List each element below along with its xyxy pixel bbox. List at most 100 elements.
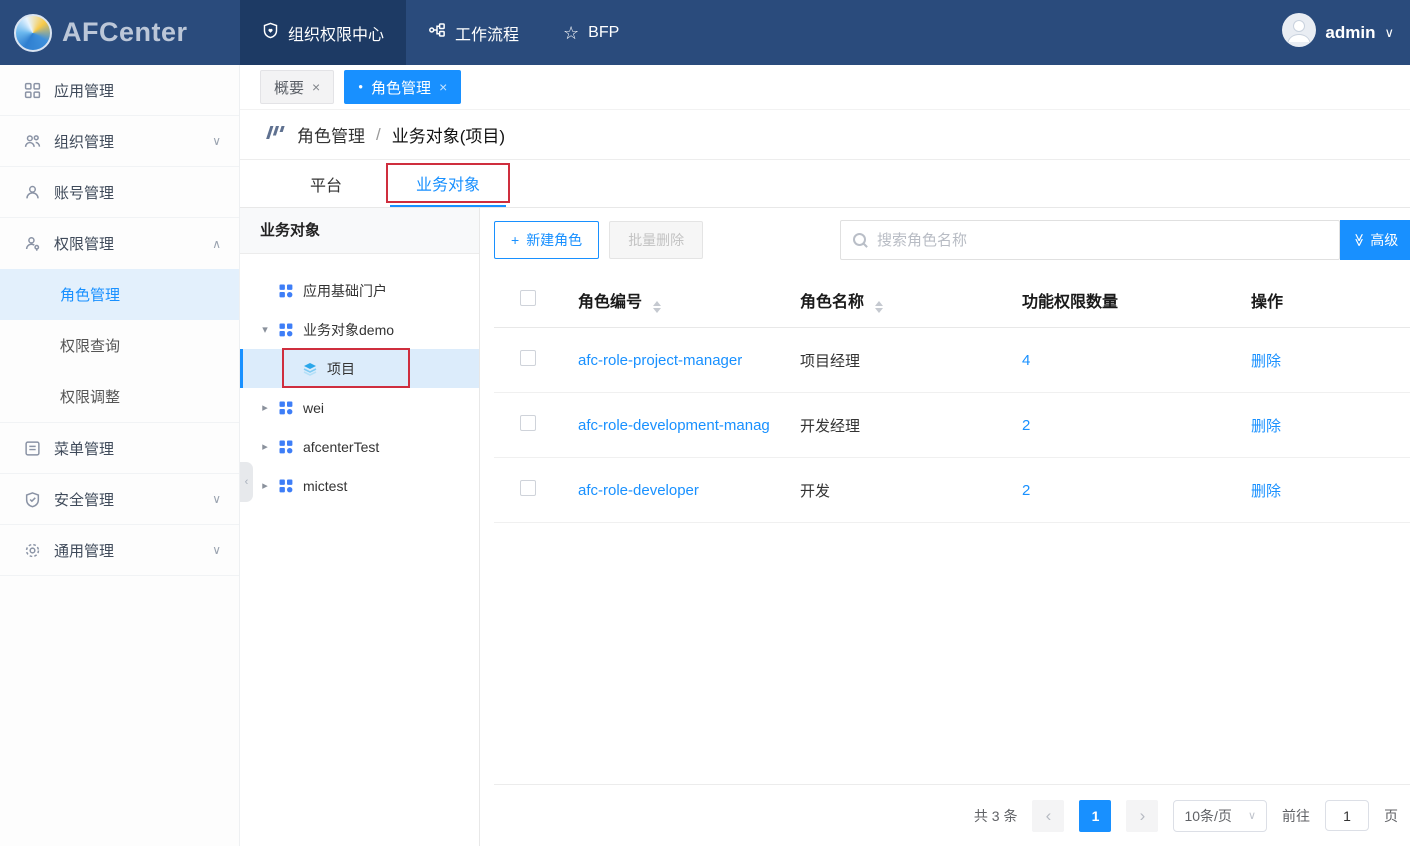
nav-item-org-permission-center[interactable]: 组织权限中心 <box>240 0 406 65</box>
nav-item-bfp[interactable]: ☆ BFP <box>541 0 641 65</box>
sidebar-subitem-label: 权限查询 <box>60 335 120 356</box>
perm-count-link[interactable]: 2 <box>1012 482 1241 499</box>
app-grid-icon <box>278 400 294 416</box>
tree-node-mictest[interactable]: ▸ mictest <box>240 466 479 505</box>
sidebar-item-role-management[interactable]: 角色管理 <box>0 269 239 320</box>
sidebar-item-org-management[interactable]: 组织管理 ∨ <box>0 116 239 167</box>
caret-right-icon[interactable]: ▸ <box>256 401 274 414</box>
person-key-icon <box>24 235 41 252</box>
brand-name: AFCenter <box>62 17 188 48</box>
pagination: 共 3 条 ‹ 1 › 10条/页 ∨ 前往 页 <box>494 784 1410 846</box>
role-search-input[interactable] <box>877 232 1327 249</box>
content-row: 业务对象 应用基础门户 ▾ 业务对象demo <box>240 208 1410 846</box>
next-page-button[interactable]: › <box>1126 800 1158 832</box>
tree-node-label: 业务对象demo <box>303 320 394 340</box>
perm-count-link[interactable]: 2 <box>1012 417 1241 434</box>
top-nav: 组织权限中心 工作流程 ☆ BFP <box>240 0 641 65</box>
caret-right-icon[interactable]: ▸ <box>256 440 274 453</box>
close-icon[interactable]: × <box>439 79 447 95</box>
goto-page-input[interactable] <box>1325 800 1369 831</box>
role-code-link[interactable]: afc-role-developer <box>568 482 790 499</box>
select-all-checkbox[interactable] <box>520 290 536 306</box>
search-icon <box>853 233 868 248</box>
row-checkbox[interactable] <box>520 415 536 431</box>
batch-delete-label: 批量删除 <box>628 230 684 250</box>
breadcrumb-section[interactable]: 角色管理 <box>297 122 365 147</box>
star-icon: ☆ <box>563 24 579 42</box>
prev-page-button[interactable]: ‹ <box>1032 800 1064 832</box>
advanced-search-button[interactable]: ≫ 高级 <box>1340 220 1410 260</box>
perm-count-link[interactable]: 4 <box>1012 352 1241 369</box>
sidebar-item-account-management[interactable]: 账号管理 <box>0 167 239 218</box>
caret-down-icon[interactable]: ▾ <box>256 323 274 336</box>
col-header-role-name[interactable]: 角色名称 <box>790 288 1012 313</box>
nav-label: BFP <box>588 24 619 42</box>
nav-label: 组织权限中心 <box>288 21 384 45</box>
col-header-role-code[interactable]: 角色编号 <box>568 288 790 313</box>
tree-node-app-base-portal[interactable]: 应用基础门户 <box>240 271 479 310</box>
sidebar-item-permission-adjust[interactable]: 权限调整 <box>0 371 239 422</box>
page-tab-label: 概要 <box>274 77 304 98</box>
nav-label: 工作流程 <box>455 21 519 45</box>
tree-node-business-object-demo[interactable]: ▾ 业务对象demo <box>240 310 479 349</box>
sidebar-item-menu-management[interactable]: 菜单管理 <box>0 423 239 474</box>
goto-label: 前往 <box>1282 806 1310 826</box>
user-menu[interactable]: admin ∨ <box>1282 13 1410 52</box>
permission-submenu: 角色管理 权限查询 权限调整 <box>0 269 239 423</box>
tree-node-project[interactable]: 项目 <box>240 349 479 388</box>
sidebar-item-security-management[interactable]: 安全管理 ∨ <box>0 474 239 525</box>
sidebar-item-label: 账号管理 <box>54 182 114 203</box>
nav-item-workflow[interactable]: 工作流程 <box>406 0 541 65</box>
tree-node-afcentertest[interactable]: ▸ afcenterTest <box>240 427 479 466</box>
page-number-button[interactable]: 1 <box>1079 800 1111 832</box>
role-search-box <box>840 220 1340 260</box>
new-role-button[interactable]: + 新建角色 <box>494 221 599 259</box>
row-checkbox[interactable] <box>520 350 536 366</box>
tree-node-wei[interactable]: ▸ wei <box>240 388 479 427</box>
caret-right-icon[interactable]: ▸ <box>256 479 274 492</box>
delete-link[interactable]: 删除 <box>1241 350 1410 371</box>
row-checkbox[interactable] <box>520 480 536 496</box>
person-icon <box>24 184 41 201</box>
sort-icon[interactable] <box>653 301 661 313</box>
close-icon[interactable]: × <box>312 79 320 95</box>
page-tab-overview[interactable]: 概要 × <box>260 70 334 104</box>
tab-business-object[interactable]: 业务对象 <box>390 160 506 207</box>
plus-icon: + <box>511 232 519 248</box>
panel-collapse-handle[interactable]: ‹ <box>240 462 253 502</box>
gear-icon <box>24 542 41 559</box>
page-unit-label: 页 <box>1384 806 1398 826</box>
topbar: AFCenter 组织权限中心 工作流程 ☆ BFP admin ∨ <box>0 0 1410 65</box>
sidebar-subitem-label: 权限调整 <box>60 386 120 407</box>
sidebar-item-label: 组织管理 <box>54 131 114 152</box>
sidebar: 应用管理 组织管理 ∨ 账号管理 权限管理 ∧ 角色管理 权限查询 权限调整 <box>0 65 240 846</box>
sidebar-item-label: 菜单管理 <box>54 438 114 459</box>
afcenter-logo-icon <box>14 14 52 52</box>
delete-link[interactable]: 删除 <box>1241 480 1410 501</box>
role-code-link[interactable]: afc-role-development-manag <box>568 417 790 434</box>
view-tab-label: 业务对象 <box>416 171 480 195</box>
breadcrumb-separator: / <box>376 125 381 145</box>
sort-icon[interactable] <box>875 301 883 313</box>
batch-delete-button[interactable]: 批量删除 <box>609 221 703 259</box>
delete-link[interactable]: 删除 <box>1241 415 1410 436</box>
role-name: 项目经理 <box>790 350 1012 371</box>
sidebar-item-label: 应用管理 <box>54 80 114 101</box>
tab-platform[interactable]: 平台 <box>284 160 368 207</box>
sidebar-item-general-management[interactable]: 通用管理 ∨ <box>0 525 239 576</box>
role-code-link[interactable]: afc-role-project-manager <box>568 352 790 369</box>
tree-node-label: 项目 <box>327 359 355 379</box>
sidebar-item-permission-management[interactable]: 权限管理 ∧ <box>0 218 239 269</box>
sidebar-item-app-management[interactable]: 应用管理 <box>0 65 239 116</box>
col-header-label: 角色名称 <box>800 294 864 311</box>
table-header-row: 角色编号 角色名称 功能权限数量 操作 <box>494 273 1410 328</box>
page-size-select[interactable]: 10条/页 ∨ <box>1173 800 1267 832</box>
sidebar-item-label: 安全管理 <box>54 489 114 510</box>
avatar <box>1282 13 1316 52</box>
workflow-icon <box>428 21 446 44</box>
role-name: 开发经理 <box>790 415 1012 436</box>
table-toolbar: + 新建角色 批量删除 ≫ 高级 <box>494 220 1410 260</box>
total-count: 共 3 条 <box>974 806 1018 826</box>
page-tab-role-management[interactable]: ● 角色管理 × <box>344 70 461 104</box>
sidebar-item-permission-query[interactable]: 权限查询 <box>0 320 239 371</box>
